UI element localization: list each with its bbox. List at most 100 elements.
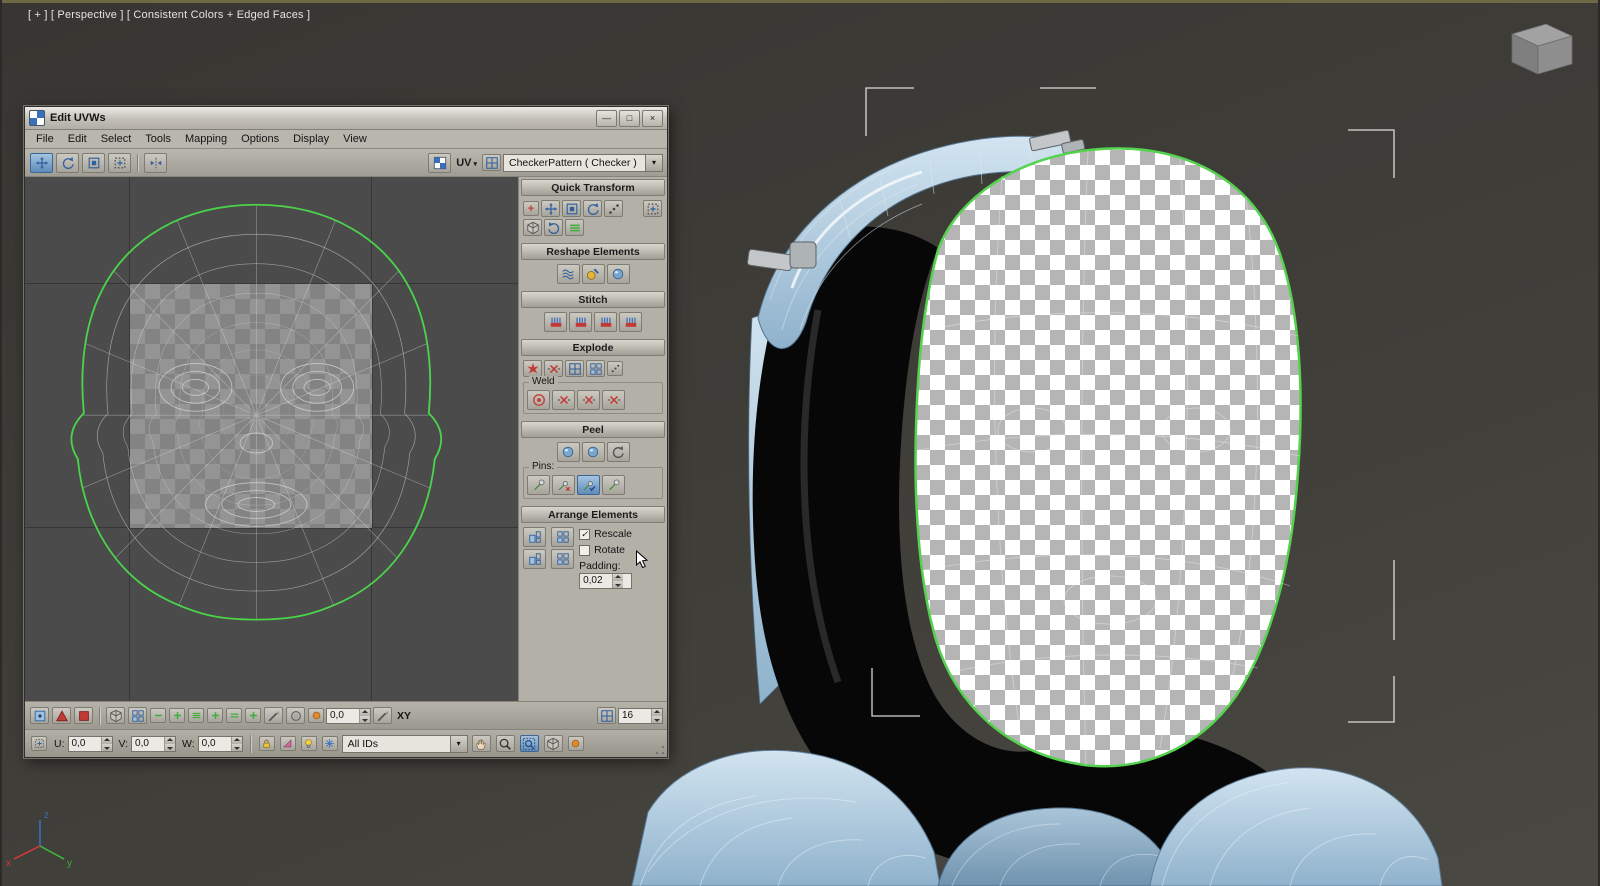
menu-file[interactable]: File xyxy=(29,132,61,146)
rotate-cw-90-button[interactable] xyxy=(544,219,563,236)
viewport-label[interactable]: [ + ] [ Perspective ] [ Consistent Color… xyxy=(28,9,310,21)
hide-button[interactable] xyxy=(300,736,317,751)
zoom-extents-button[interactable] xyxy=(543,735,563,752)
align-horizontal-button[interactable] xyxy=(541,200,560,217)
grow-ring-button[interactable] xyxy=(245,708,261,723)
mirror-tool-button[interactable] xyxy=(144,152,167,173)
rollout-header[interactable]: Arrange Elements xyxy=(521,506,665,523)
peel-mode-button[interactable] xyxy=(581,442,605,462)
stitch-source-button[interactable] xyxy=(619,312,642,332)
texture-dropdown-arrow-icon[interactable]: ▾ xyxy=(645,154,662,171)
texture-dropdown[interactable]: CheckerPattern ( Checker ) ▾ xyxy=(503,153,663,172)
menu-mapping[interactable]: Mapping xyxy=(178,132,234,146)
rollout-header[interactable]: Explode xyxy=(521,339,665,356)
straighten-selection-button[interactable] xyxy=(606,264,630,284)
unpin-all-button[interactable] xyxy=(602,475,625,495)
snap-toggle-button[interactable] xyxy=(567,736,584,751)
weld-all-button[interactable] xyxy=(552,390,575,410)
move-tool-button[interactable] xyxy=(30,152,53,173)
pin-moved-vertices-button[interactable] xyxy=(577,475,600,495)
weld-selected-button[interactable] xyxy=(527,390,550,410)
pack-full-button[interactable] xyxy=(523,549,546,569)
add-transform-button[interactable]: + xyxy=(523,201,539,216)
sync-selection-button[interactable] xyxy=(128,707,147,724)
freeform-tool-button[interactable] xyxy=(108,152,131,173)
flatten-by-smoothing-button[interactable] xyxy=(586,360,605,377)
filter-faces-button[interactable] xyxy=(279,736,296,751)
titlebar[interactable]: Edit UVWs — □ × xyxy=(25,107,667,130)
uv-space-label[interactable]: UV ▾ xyxy=(453,157,480,169)
material-id-dropdown[interactable]: All IDs ▾ xyxy=(341,734,468,753)
v-spinner[interactable]: 0,0 xyxy=(131,735,177,752)
face-mesh[interactable] xyxy=(914,147,1302,768)
resize-grip[interactable] xyxy=(654,744,666,756)
grow-selection-button[interactable] xyxy=(169,708,185,723)
lock-selection-button[interactable] xyxy=(258,736,275,751)
stitch-average-button[interactable] xyxy=(569,312,592,332)
explode-options-button[interactable] xyxy=(607,361,623,376)
unpin-button[interactable] xyxy=(552,475,575,495)
grid-size-spinner[interactable]: 16 xyxy=(618,707,663,724)
falloff-space-button[interactable] xyxy=(308,708,324,723)
uv-editor-canvas[interactable] xyxy=(25,177,519,701)
falloff-spinner[interactable]: 0,0 xyxy=(326,707,371,724)
rollout-header[interactable]: Stitch xyxy=(521,291,665,308)
pack-normalize-button[interactable] xyxy=(523,527,546,547)
rollout-header[interactable]: Quick Transform xyxy=(521,179,665,196)
stitch-target-button[interactable] xyxy=(594,312,617,332)
rollout-header[interactable]: Reshape Elements xyxy=(521,243,665,260)
menu-select[interactable]: Select xyxy=(94,132,139,146)
u-spinner[interactable]: 0,0 xyxy=(67,735,113,752)
texture-list-icon[interactable] xyxy=(482,154,501,171)
edge-mode-button[interactable] xyxy=(52,707,71,724)
shrink-selection-button[interactable] xyxy=(150,708,166,723)
show-map-button[interactable] xyxy=(428,152,452,173)
weld-any-button[interactable] xyxy=(602,390,625,410)
xy-space-label[interactable]: XY xyxy=(397,710,411,722)
view-cube[interactable] xyxy=(1510,23,1574,75)
zoom-button[interactable] xyxy=(495,735,515,752)
rescale-checkbox[interactable]: ✓ xyxy=(579,528,591,540)
space-vertical-button[interactable] xyxy=(565,219,584,236)
target-weld-button[interactable] xyxy=(577,390,600,410)
rotate-ccw-90-button[interactable] xyxy=(583,200,602,217)
face-mode-button[interactable] xyxy=(74,707,93,724)
w-spinner[interactable]: 0,0 xyxy=(197,735,243,752)
ids-dropdown-arrow-icon[interactable]: ▾ xyxy=(449,735,467,752)
pan-button[interactable] xyxy=(471,735,491,752)
align-vertical-button[interactable] xyxy=(562,200,581,217)
paint-select-button[interactable] xyxy=(264,707,283,724)
linear-align-button[interactable] xyxy=(604,200,623,217)
grow-loop-button[interactable] xyxy=(207,708,223,723)
menu-view[interactable]: View xyxy=(336,132,374,146)
menu-edit[interactable]: Edit xyxy=(61,132,94,146)
select-loop-button[interactable] xyxy=(188,708,204,723)
stitch-custom-button[interactable] xyxy=(544,312,567,332)
rollout-header[interactable]: Peel xyxy=(521,421,665,438)
soft-selection-button[interactable] xyxy=(286,707,305,724)
menu-tools[interactable]: Tools xyxy=(138,132,178,146)
freeze-button[interactable] xyxy=(321,736,338,751)
vertex-mode-button[interactable] xyxy=(30,707,49,724)
explode-button[interactable] xyxy=(523,360,542,377)
select-element-button[interactable] xyxy=(106,707,125,724)
align-to-edge-button[interactable] xyxy=(643,200,662,217)
rotate-checkbox[interactable] xyxy=(579,544,591,556)
zoom-region-button[interactable] xyxy=(519,735,539,752)
relax-button[interactable] xyxy=(556,264,580,284)
select-ring-button[interactable] xyxy=(226,708,242,723)
menu-options[interactable]: Options xyxy=(234,132,286,146)
grid-snap-button[interactable] xyxy=(597,707,616,724)
pin-button[interactable] xyxy=(527,475,550,495)
padding-spinner[interactable]: 0,02 xyxy=(579,573,632,589)
paint-soft-button[interactable] xyxy=(373,707,392,724)
break-button[interactable] xyxy=(544,360,563,377)
rearrange-button[interactable] xyxy=(551,549,575,569)
reset-peel-button[interactable] xyxy=(606,442,630,462)
menu-display[interactable]: Display xyxy=(286,132,336,146)
pack-together-button[interactable] xyxy=(551,527,575,547)
space-horizontal-button[interactable] xyxy=(523,219,542,236)
maximize-button[interactable]: □ xyxy=(619,109,640,127)
quick-peel-button[interactable] xyxy=(556,442,580,462)
detach-edge-verts-button[interactable] xyxy=(565,360,584,377)
